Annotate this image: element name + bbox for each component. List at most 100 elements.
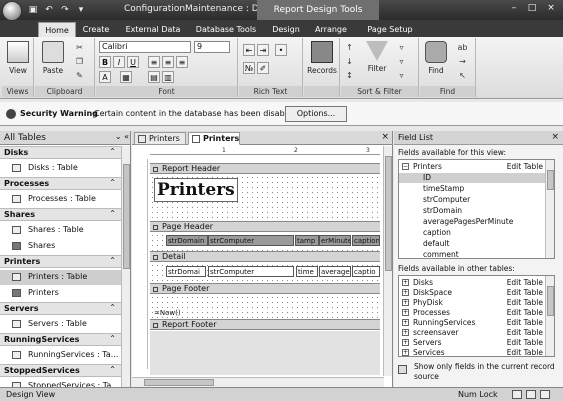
tab-arrange[interactable]: Arrange bbox=[310, 22, 352, 37]
tab-create[interactable]: Create bbox=[78, 22, 114, 37]
increase-indent-icon[interactable]: ⇥ bbox=[257, 44, 269, 56]
report-title-label[interactable]: Printers bbox=[154, 178, 238, 202]
font-color-button[interactable]: A bbox=[99, 71, 111, 83]
layout-view-icon[interactable] bbox=[526, 390, 536, 399]
page-footer-section[interactable] bbox=[150, 295, 380, 319]
edit-table-link[interactable]: Edit Table bbox=[507, 338, 543, 348]
edit-table-link[interactable]: Edit Table bbox=[507, 308, 543, 318]
edit-table-link[interactable]: Edit Table bbox=[507, 162, 543, 172]
nav-group-shares[interactable]: Shares ⌃ bbox=[0, 208, 122, 221]
align-left-icon[interactable]: ≡ bbox=[148, 56, 160, 68]
report-horizontal-scrollbar[interactable] bbox=[132, 377, 384, 387]
expand-icon[interactable]: + bbox=[402, 279, 409, 286]
header-label-strdomain[interactable]: strDomain bbox=[166, 235, 208, 246]
edit-table-link[interactable]: Edit Table bbox=[507, 278, 543, 288]
shutter-bar-close-icon[interactable]: « bbox=[124, 132, 129, 141]
nav-group-printers[interactable]: Printers ⌃ bbox=[0, 255, 122, 268]
other-table-node[interactable]: + RunningServices Edit Table bbox=[399, 318, 545, 328]
field-item[interactable]: ID bbox=[399, 173, 545, 183]
nav-item-report[interactable]: Shares bbox=[0, 239, 122, 254]
nav-item-table[interactable]: Printers : Table bbox=[0, 270, 122, 285]
field-item[interactable]: caption bbox=[399, 228, 545, 238]
nav-pane-scroll-thumb[interactable] bbox=[123, 164, 130, 269]
edit-table-link[interactable]: Edit Table bbox=[507, 288, 543, 298]
report-view-icon[interactable] bbox=[512, 390, 522, 399]
nav-group-processes[interactable]: Processes ⌃ bbox=[0, 177, 122, 190]
filter-button[interactable]: Filter bbox=[363, 41, 391, 73]
tab-page-setup[interactable]: Page Setup bbox=[360, 22, 420, 37]
other-table-node[interactable]: + Servers Edit Table bbox=[399, 338, 545, 348]
other-table-node[interactable]: + Disks Edit Table bbox=[399, 278, 545, 288]
advanced-filter-icon[interactable]: ▿ bbox=[395, 56, 408, 67]
nav-menu-chevron-icon[interactable]: ⌄ bbox=[115, 132, 122, 141]
nav-item-table[interactable]: Shares : Table bbox=[0, 223, 122, 238]
show-current-fields-icon[interactable] bbox=[398, 365, 407, 374]
collapse-icon[interactable]: − bbox=[402, 163, 409, 170]
other-tables-scrollbar[interactable] bbox=[545, 276, 554, 356]
detail-field-average[interactable]: average bbox=[319, 266, 351, 277]
undo-icon[interactable]: ↶ bbox=[42, 4, 56, 17]
numbering-icon[interactable]: № bbox=[243, 62, 255, 74]
nav-item-report[interactable]: Printers bbox=[0, 286, 122, 301]
edit-table-link[interactable]: Edit Table bbox=[507, 348, 543, 356]
now-expression-textbox[interactable]: =Now() bbox=[154, 309, 181, 317]
options-button[interactable]: Options... bbox=[285, 106, 347, 122]
go-to-icon[interactable]: → bbox=[456, 56, 469, 67]
expand-icon[interactable]: + bbox=[402, 339, 409, 346]
office-button[interactable] bbox=[2, 1, 22, 21]
dropdown-icon[interactable]: ▾ bbox=[74, 4, 88, 17]
redo-icon[interactable]: ↷ bbox=[58, 4, 72, 17]
tab-design[interactable]: Design bbox=[266, 22, 306, 37]
field-item[interactable]: strDomain bbox=[399, 206, 545, 216]
expand-icon[interactable]: + bbox=[402, 329, 409, 336]
replace-icon[interactable]: ab bbox=[456, 42, 469, 53]
sort-descending-icon[interactable]: ↓ bbox=[343, 56, 356, 67]
collapse-chevron-icon[interactable]: ⌃ bbox=[109, 256, 116, 265]
current-fields-scroll-thumb[interactable] bbox=[547, 170, 554, 190]
fill-color-icon[interactable]: ▦ bbox=[120, 71, 132, 83]
detail-field-strdomain[interactable]: strDomai bbox=[166, 266, 206, 277]
detail-field-strcomputer[interactable]: strComputer bbox=[208, 266, 294, 277]
select-icon[interactable]: ↖ bbox=[456, 70, 469, 81]
current-fields-scrollbar[interactable] bbox=[545, 160, 554, 258]
collapse-chevron-icon[interactable]: ⌃ bbox=[109, 147, 116, 156]
edit-table-link[interactable]: Edit Table bbox=[507, 318, 543, 328]
expand-icon[interactable]: + bbox=[402, 299, 409, 306]
clear-sort-icon[interactable]: ↕ bbox=[343, 70, 356, 81]
maximize-button[interactable]: □ bbox=[524, 2, 540, 15]
nav-item-table[interactable]: RunningServices : Ta... bbox=[0, 348, 122, 363]
expand-icon[interactable]: + bbox=[402, 309, 409, 316]
edit-table-link[interactable]: Edit Table bbox=[507, 328, 543, 338]
font-name-select[interactable]: Calibri bbox=[99, 41, 191, 53]
align-center-icon[interactable]: ≡ bbox=[162, 56, 174, 68]
nav-item-table[interactable]: Processes : Table bbox=[0, 192, 122, 207]
toggle-filter-icon[interactable]: ▿ bbox=[395, 70, 408, 81]
collapse-chevron-icon[interactable]: ⌃ bbox=[109, 365, 116, 374]
detail-field-caption[interactable]: captio bbox=[352, 266, 380, 277]
close-icon[interactable]: × bbox=[551, 132, 559, 142]
nav-item-table[interactable]: Servers : Table bbox=[0, 317, 122, 332]
save-icon[interactable]: ▣ bbox=[26, 4, 40, 17]
align-right-icon[interactable]: ≡ bbox=[176, 56, 188, 68]
find-button[interactable]: Find bbox=[422, 41, 450, 75]
document-tab-printers-report[interactable]: Printers bbox=[188, 132, 240, 145]
nav-pane-scrollbar[interactable] bbox=[121, 146, 130, 387]
expand-icon[interactable]: + bbox=[402, 289, 409, 296]
other-table-node[interactable]: + screensaver Edit Table bbox=[399, 328, 545, 338]
sort-ascending-icon[interactable]: ↑ bbox=[343, 42, 356, 53]
tab-database-tools[interactable]: Database Tools bbox=[192, 22, 260, 37]
records-button[interactable]: Records bbox=[306, 41, 338, 75]
detail-field-timestamp[interactable]: time bbox=[296, 266, 318, 277]
expand-icon[interactable]: + bbox=[402, 349, 409, 356]
field-item[interactable]: averagePagesPerMinute bbox=[399, 217, 545, 227]
tab-home[interactable]: Home bbox=[38, 22, 76, 37]
edit-table-link[interactable]: Edit Table bbox=[507, 298, 543, 308]
collapse-chevron-icon[interactable]: ⌃ bbox=[109, 334, 116, 343]
bullets-icon[interactable]: • bbox=[275, 44, 287, 56]
document-tab-printers-table[interactable]: Printers bbox=[134, 132, 186, 145]
other-table-node[interactable]: + PhyDisk Edit Table bbox=[399, 298, 545, 308]
italic-button[interactable]: I bbox=[113, 56, 125, 68]
copy-icon[interactable]: ❐ bbox=[73, 56, 86, 67]
highlight-icon[interactable]: ✐ bbox=[257, 62, 269, 74]
nav-item-table[interactable]: Disks : Table bbox=[0, 161, 122, 176]
